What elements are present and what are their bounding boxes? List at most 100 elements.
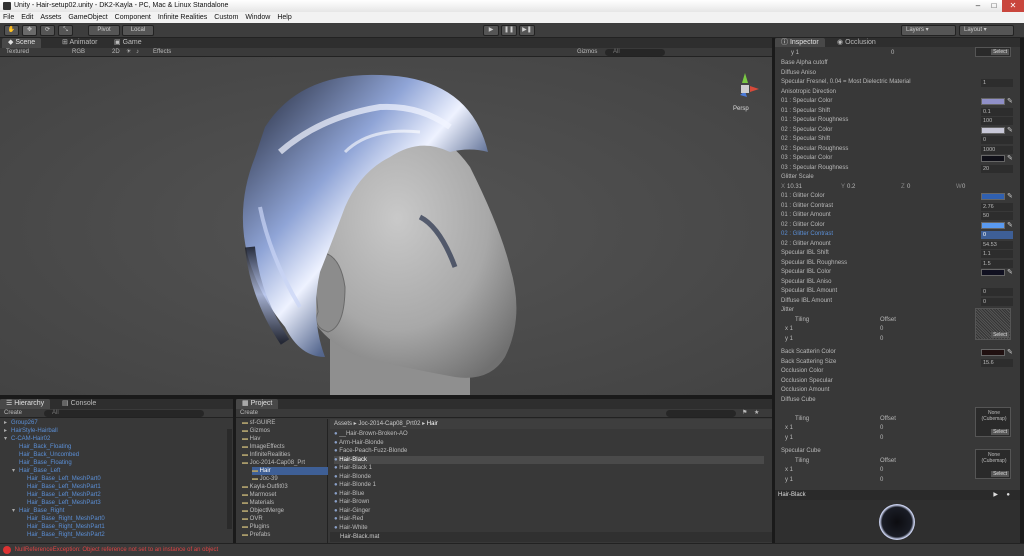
texture-slot[interactable]: None (Cubemap) Select xyxy=(975,407,1011,437)
shading-mode-dropdown[interactable]: Textured xyxy=(6,48,29,57)
menu-component[interactable]: Component xyxy=(115,14,151,21)
tiling-value[interactable]: x 1 xyxy=(785,467,793,473)
folder-item[interactable]: ▬ Plugins xyxy=(242,523,328,531)
project-search-input[interactable] xyxy=(666,410,736,417)
foldout-arrow-icon[interactable]: ▸ xyxy=(4,427,11,435)
tiling-value[interactable]: x 1 xyxy=(785,425,793,431)
light-icon[interactable]: ☀ xyxy=(126,48,131,57)
hierarchy-search-input[interactable]: All xyxy=(44,410,204,417)
menu-edit[interactable]: Edit xyxy=(21,14,33,21)
minimize-icon[interactable]: – xyxy=(970,0,986,12)
folder-item[interactable]: ▬ Hair xyxy=(252,467,328,475)
tiling-value[interactable]: y 1 xyxy=(785,435,793,441)
scene-viewport[interactable]: Persp xyxy=(0,57,772,395)
color-swatch[interactable] xyxy=(981,349,1005,356)
folder-item[interactable]: ▬ sf-GUIRE xyxy=(242,419,328,427)
color-swatch[interactable] xyxy=(981,98,1005,105)
tab-hierarchy[interactable]: ☰ Hierarchy xyxy=(0,399,51,409)
folder-item[interactable]: ▬ Kayla-Outfit03 xyxy=(242,483,328,491)
hierarchy-item[interactable]: ▾ C-CAM-Hair02 xyxy=(4,435,50,443)
color-swatch[interactable] xyxy=(981,155,1005,162)
eyedropper-icon[interactable]: ✎ xyxy=(1007,269,1015,276)
menu-window[interactable]: Window xyxy=(245,14,270,21)
asset-item[interactable]: ● Hair-Blonde xyxy=(334,473,764,481)
audio-icon[interactable]: ♪ xyxy=(136,48,139,57)
gizmos-dropdown[interactable]: Gizmos xyxy=(577,48,597,57)
hierarchy-item[interactable]: ▸ HairStyle-Hairball xyxy=(4,427,58,435)
property-value-field[interactable]: 15.6 xyxy=(981,358,1013,367)
hierarchy-item[interactable]: Hair_Base_Left_MeshPart0 xyxy=(20,475,101,483)
foldout-arrow-icon[interactable]: ▾ xyxy=(12,467,19,475)
asset-item[interactable]: ● Hair-Blonde 1 xyxy=(334,481,764,489)
folder-item[interactable]: ▬ Joc-39 xyxy=(252,475,328,483)
vector-value-field[interactable]: 0 xyxy=(962,183,965,193)
favorite-icon[interactable]: ★ xyxy=(754,409,759,418)
offset-value[interactable]: 0 xyxy=(880,434,883,444)
offset-value[interactable]: 0 xyxy=(880,335,883,345)
breadcrumb-hair[interactable]: Hair xyxy=(427,421,438,427)
breadcrumb-folder[interactable]: Joc-2014-Cap08_Prt02 xyxy=(358,421,420,427)
menu-help[interactable]: Help xyxy=(277,14,291,21)
menu-custom[interactable]: Custom xyxy=(214,14,238,21)
eyedropper-icon[interactable]: ✎ xyxy=(1007,155,1015,162)
asset-item[interactable]: ● Arm-Hair-Blonde xyxy=(334,439,764,447)
tiling-value[interactable]: x 1 xyxy=(785,326,793,332)
status-bar[interactable]: NullReferenceException: Object reference… xyxy=(0,543,1024,556)
vector-value-field[interactable]: 10.31 xyxy=(787,183,802,193)
render-mode-dropdown[interactable]: RGB xyxy=(72,48,85,57)
hierarchy-item[interactable]: Hair_Base_Left_MeshPart2 xyxy=(20,491,101,499)
tiling-value[interactable]: y 1 xyxy=(785,336,793,342)
hierarchy-scrollbar[interactable] xyxy=(227,429,232,529)
breadcrumb-assets[interactable]: Assets xyxy=(334,421,352,427)
color-swatch[interactable] xyxy=(981,221,1005,229)
eyedropper-icon[interactable]: ✎ xyxy=(1007,127,1015,134)
preview-play-icon[interactable]: ▶ xyxy=(993,490,998,500)
hierarchy-create-dropdown[interactable]: Create xyxy=(4,409,22,418)
asset-item[interactable]: ● Hair-Red xyxy=(334,515,764,523)
property-value-field[interactable]: 0 xyxy=(981,297,1013,306)
pause-button[interactable]: ❚❚ xyxy=(501,25,517,36)
eyedropper-icon[interactable]: ✎ xyxy=(1007,349,1015,356)
tab-scene[interactable]: ◆ Scene xyxy=(2,38,42,48)
property-value-field[interactable]: 1000 xyxy=(981,145,1013,154)
folder-item[interactable]: ▬ Joc-2014-Cap08_Prt xyxy=(242,459,328,467)
property-value-field[interactable]: 0 xyxy=(981,231,1013,239)
asset-item[interactable]: ● Hair-Black 1 xyxy=(334,464,764,472)
asset-item[interactable]: ● Hair-Black xyxy=(334,455,764,464)
effects-dropdown[interactable]: Effects xyxy=(153,48,171,57)
asset-item[interactable]: ● Face-Peach-Fuzz-Blonde xyxy=(334,447,764,455)
asset-item[interactable]: ● __Hair-Brown-Broken-AO xyxy=(334,430,764,438)
hierarchy-item[interactable]: ▸ Group267 xyxy=(4,419,38,427)
texture-slot[interactable]: Select xyxy=(975,308,1011,340)
offset-value[interactable]: 0 xyxy=(880,476,883,486)
property-value-field[interactable]: 100 xyxy=(981,117,1013,125)
move-tool-button[interactable]: ✥ xyxy=(22,25,37,36)
hierarchy-item[interactable]: ▾ Hair_Base_Right xyxy=(12,507,64,515)
pivot-toggle[interactable]: Pivot xyxy=(88,25,120,36)
hierarchy-item[interactable]: Hair_Base_Floating xyxy=(12,459,72,467)
select-button[interactable]: Select xyxy=(991,332,1009,338)
hierarchy-item[interactable]: Hair_Base_Right_MeshPart1 xyxy=(20,523,105,531)
asset-item[interactable]: ● Hair-Brown xyxy=(334,498,764,506)
foldout-arrow-icon[interactable]: ▸ xyxy=(4,419,11,427)
offset-value[interactable]: 0 xyxy=(880,424,883,434)
2d-toggle[interactable]: 2D xyxy=(112,48,120,57)
color-swatch[interactable] xyxy=(981,193,1005,200)
scale-tool-button[interactable]: ⤡ xyxy=(58,25,73,36)
folder-item[interactable]: ▬ Hav xyxy=(242,435,328,443)
persp-label[interactable]: Persp xyxy=(733,106,749,112)
select-button[interactable]: Select xyxy=(991,471,1009,477)
property-value-field[interactable]: 0.1 xyxy=(981,107,1013,116)
property-value-field[interactable]: 1.5 xyxy=(981,259,1013,268)
tiling-value[interactable]: y 1 xyxy=(785,477,793,483)
hierarchy-item[interactable]: Hair_Base_Right_MeshPart2 xyxy=(20,531,105,539)
foldout-arrow-icon[interactable]: ▾ xyxy=(12,507,19,515)
rotate-tool-button[interactable]: ⟳ xyxy=(40,25,55,36)
folder-item[interactable]: ▬ ImageEffects xyxy=(242,443,328,451)
preview-sphere-icon[interactable]: ● xyxy=(1006,490,1010,500)
folder-item[interactable]: ▬ Materials xyxy=(242,499,328,507)
offset-value[interactable]: 0 xyxy=(880,325,883,335)
property-value-field[interactable]: 54.53 xyxy=(981,240,1013,249)
select-button[interactable]: Select xyxy=(991,429,1009,435)
asset-item[interactable]: ● Hair-Blue xyxy=(334,490,764,498)
